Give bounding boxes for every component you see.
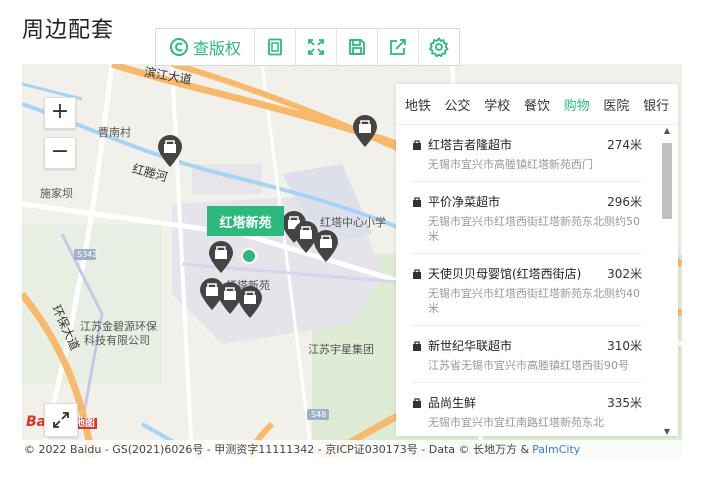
poi-name: 红塔吉者隆超市	[428, 138, 513, 152]
poi-distance: 274米	[607, 138, 642, 152]
page-button[interactable]	[255, 29, 296, 65]
shopping-pin-icon[interactable]	[312, 229, 340, 263]
tab-dining[interactable]: 餐饮	[522, 95, 552, 114]
tab-hospital[interactable]: 医院	[601, 95, 631, 114]
map-attribution: © 2022 Baidu - GS(2021)6026号 - 甲测资字11111…	[22, 440, 684, 458]
poi-panel: 地铁 公交 学校 餐饮 购物 医院 银行 红塔吉者隆超市 274米 无锡市宜兴市…	[396, 84, 678, 436]
place-label: 科技有限公司	[84, 334, 150, 347]
place-label: 曹南村	[98, 126, 131, 139]
place-label: 施家坝	[40, 187, 73, 200]
share-button[interactable]	[378, 29, 419, 65]
save-icon	[349, 39, 365, 55]
expand-button[interactable]	[296, 29, 337, 65]
shopping-pin-icon[interactable]	[207, 240, 235, 274]
tab-school[interactable]: 学校	[482, 95, 512, 114]
road-number: S342	[77, 250, 98, 259]
list-item[interactable]: 平价净菜超市 296米 无锡市宜兴市红塔西街红塔新苑东北侧约50米	[412, 182, 642, 254]
shopping-bag-icon	[413, 269, 421, 279]
scroll-thumb[interactable]	[662, 143, 672, 219]
category-tabs: 地铁 公交 学校 餐饮 购物 医院 银行	[396, 84, 678, 125]
zoom-in-button[interactable]: +	[44, 97, 76, 129]
poi-distance: 310米	[607, 339, 642, 353]
tab-bus[interactable]: 公交	[443, 95, 473, 114]
poi-name: 新世纪华联超市	[428, 339, 513, 353]
shopping-bag-icon	[413, 197, 421, 207]
zoom-controls: + −	[44, 97, 76, 169]
shopping-bag-icon	[413, 140, 421, 150]
settings-button[interactable]	[419, 29, 459, 65]
place-label: 红塔中心小学	[320, 216, 386, 229]
copyright-icon	[169, 38, 188, 56]
fullscreen-icon	[53, 412, 69, 428]
selected-location-marker[interactable]	[241, 248, 257, 264]
map-toolbar: 查版权	[155, 28, 460, 66]
list-item[interactable]: 红塔吉者隆超市 274米 无锡市宜兴市高塍镇红塔新苑西门	[412, 125, 642, 182]
section-title: 周边配套	[22, 18, 115, 43]
tab-bank[interactable]: 银行	[641, 95, 671, 114]
list-item[interactable]: 品尚生鲜 335米 无锡市宜兴市宜红南路红塔新苑东北	[412, 383, 642, 436]
poi-address: 无锡市宜兴市宜红南路红塔新苑东北	[428, 416, 604, 429]
poi-address: 无锡市宜兴市红塔西街红塔新苑东北侧约50米	[428, 215, 640, 243]
poi-address: 无锡市宜兴市高塍镇红塔新苑西门	[428, 158, 593, 171]
poi-distance: 335米	[607, 396, 642, 410]
poi-distance: 302米	[607, 267, 642, 281]
settings-icon	[429, 37, 449, 57]
zoom-out-button[interactable]: −	[44, 137, 76, 169]
poi-list: 红塔吉者隆超市 274米 无锡市宜兴市高塍镇红塔新苑西门 平价净菜超市 296米…	[396, 125, 658, 436]
palmcity-link[interactable]: PalmCity	[532, 443, 580, 456]
copyright-label: 查版权	[192, 39, 241, 58]
expand-icon	[308, 39, 324, 55]
shopping-pin-icon[interactable]	[351, 114, 379, 148]
scroll-up-icon[interactable]: ▲	[660, 125, 674, 135]
road-number: S48	[311, 410, 327, 419]
tab-subway[interactable]: 地铁	[403, 95, 433, 114]
share-icon	[390, 39, 406, 55]
attribution-text: © 2022 Baidu - GS(2021)6026号 - 甲测资字11111…	[24, 443, 530, 456]
page-icon	[268, 38, 282, 56]
poi-name: 天使贝贝母婴馆(红塔西街店)	[428, 267, 582, 281]
poi-address: 无锡市宜兴市红塔西街红塔新苑东北侧约40米	[428, 287, 640, 315]
fullscreen-button[interactable]	[44, 403, 78, 437]
poi-distance: 296米	[607, 195, 642, 209]
shopping-bag-icon	[413, 341, 421, 351]
poi-list-scrollbar[interactable]: ▲ ▼	[660, 125, 674, 436]
scroll-down-icon[interactable]: ▼	[660, 426, 674, 436]
place-label: 江苏宇星集团	[308, 343, 374, 356]
list-item[interactable]: 新世纪华联超市 310米 江苏省无锡市宜兴市高塍镇红塔西街90号	[412, 326, 642, 383]
selected-location-label[interactable]: 红塔新苑	[207, 206, 284, 236]
poi-name: 品尚生鲜	[428, 396, 477, 410]
shopping-bag-icon	[413, 398, 421, 408]
shopping-pin-icon[interactable]	[236, 285, 264, 319]
save-button[interactable]	[337, 29, 378, 65]
list-item[interactable]: 天使贝贝母婴馆(红塔西街店) 302米 无锡市宜兴市红塔西街红塔新苑东北侧约40…	[412, 254, 642, 326]
poi-address: 江苏省无锡市宜兴市高塍镇红塔西街90号	[428, 359, 629, 372]
copyright-button[interactable]: 查版权	[156, 29, 255, 65]
shopping-pin-icon[interactable]	[156, 134, 184, 168]
poi-name: 平价净菜超市	[428, 195, 501, 209]
tab-shopping[interactable]: 购物	[562, 95, 592, 114]
